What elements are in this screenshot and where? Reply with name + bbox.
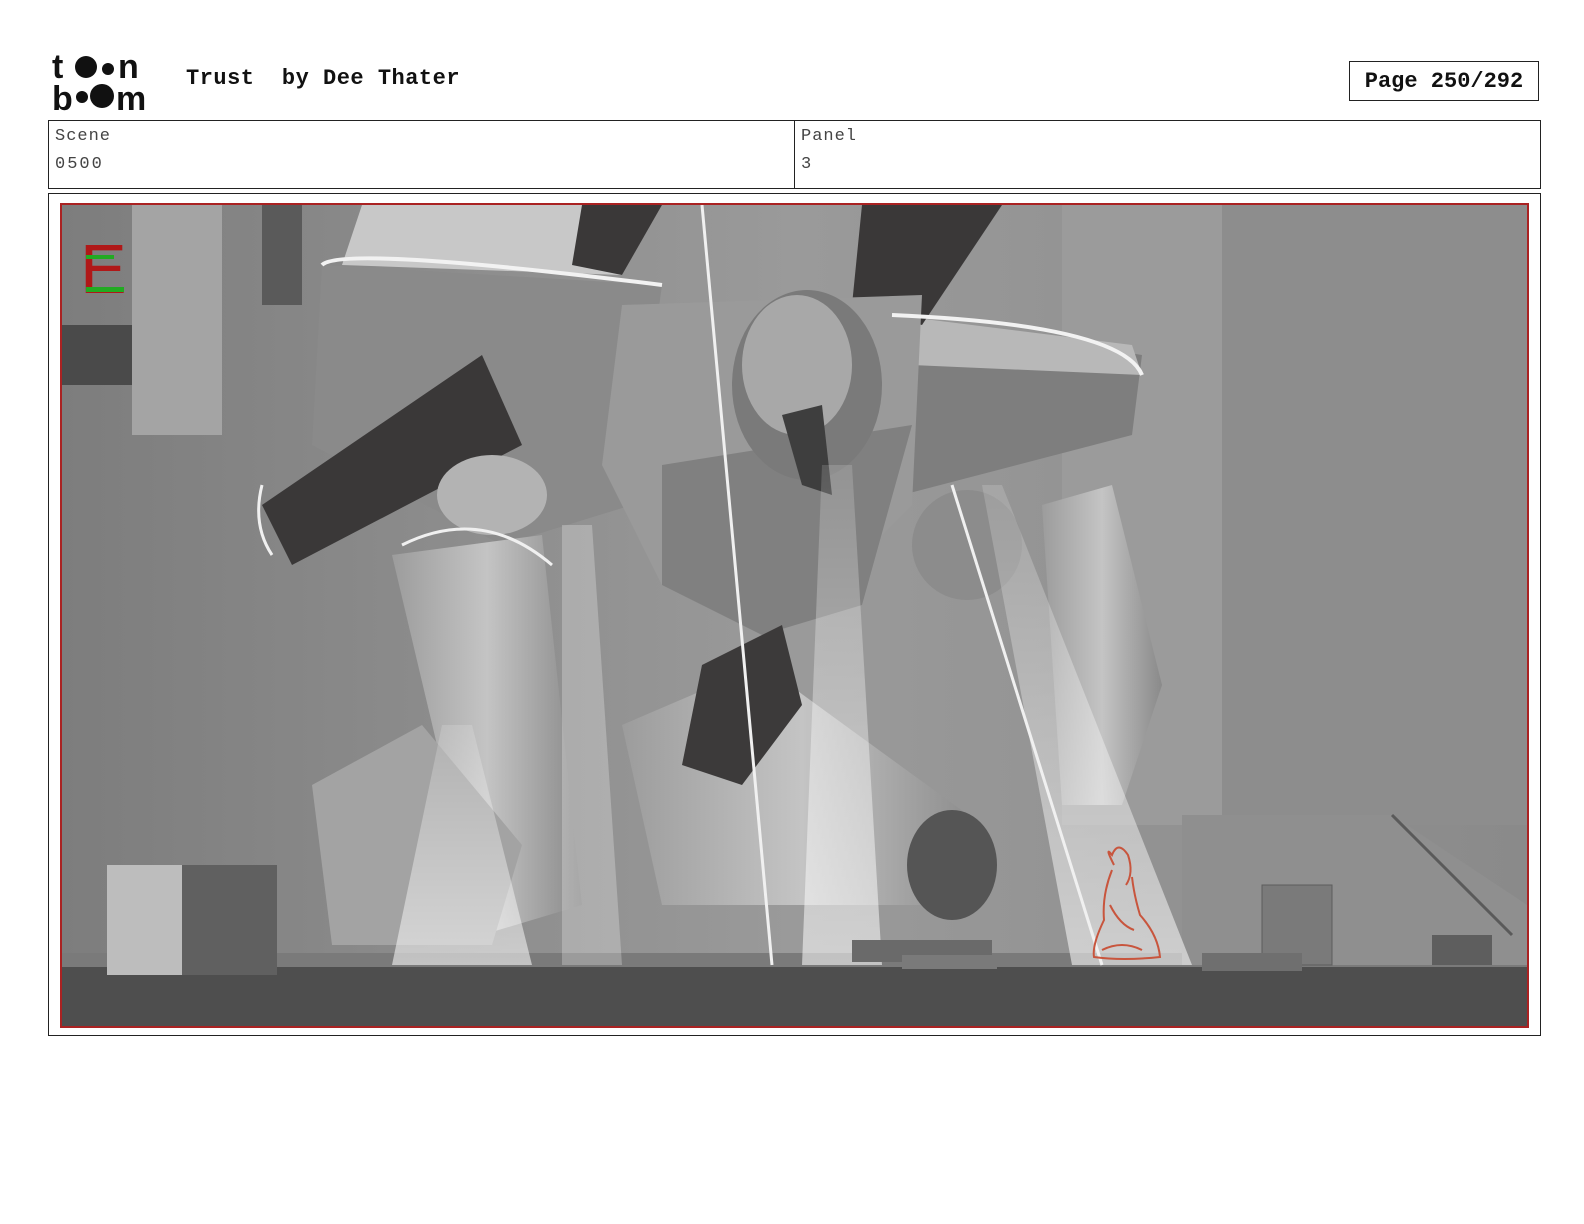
- panel-value: 3: [801, 155, 814, 174]
- robot-scene-illustration: E: [62, 205, 1527, 1026]
- document-title: Trust by Dee Thater: [186, 66, 461, 91]
- svg-text:b: b: [52, 80, 73, 112]
- corner-mark-green-stroke-mid: [86, 255, 114, 259]
- panel-cell: Panel 3: [794, 121, 1540, 188]
- scene-value: 0500: [55, 155, 104, 174]
- corner-mark: E: [80, 230, 127, 308]
- page-number: Page 250/292: [1349, 61, 1539, 101]
- scene-cell: Scene 0500: [49, 121, 794, 188]
- svg-text:m: m: [116, 80, 146, 112]
- corner-mark-green-stroke: [86, 287, 124, 292]
- storyboard-panel-image: E: [60, 203, 1529, 1028]
- scene-panel-table: Scene 0500 Panel 3: [48, 120, 1541, 189]
- panel-label: Panel: [801, 127, 858, 146]
- toon-boom-logo: t n b m: [52, 50, 146, 112]
- scene-label: Scene: [55, 127, 112, 146]
